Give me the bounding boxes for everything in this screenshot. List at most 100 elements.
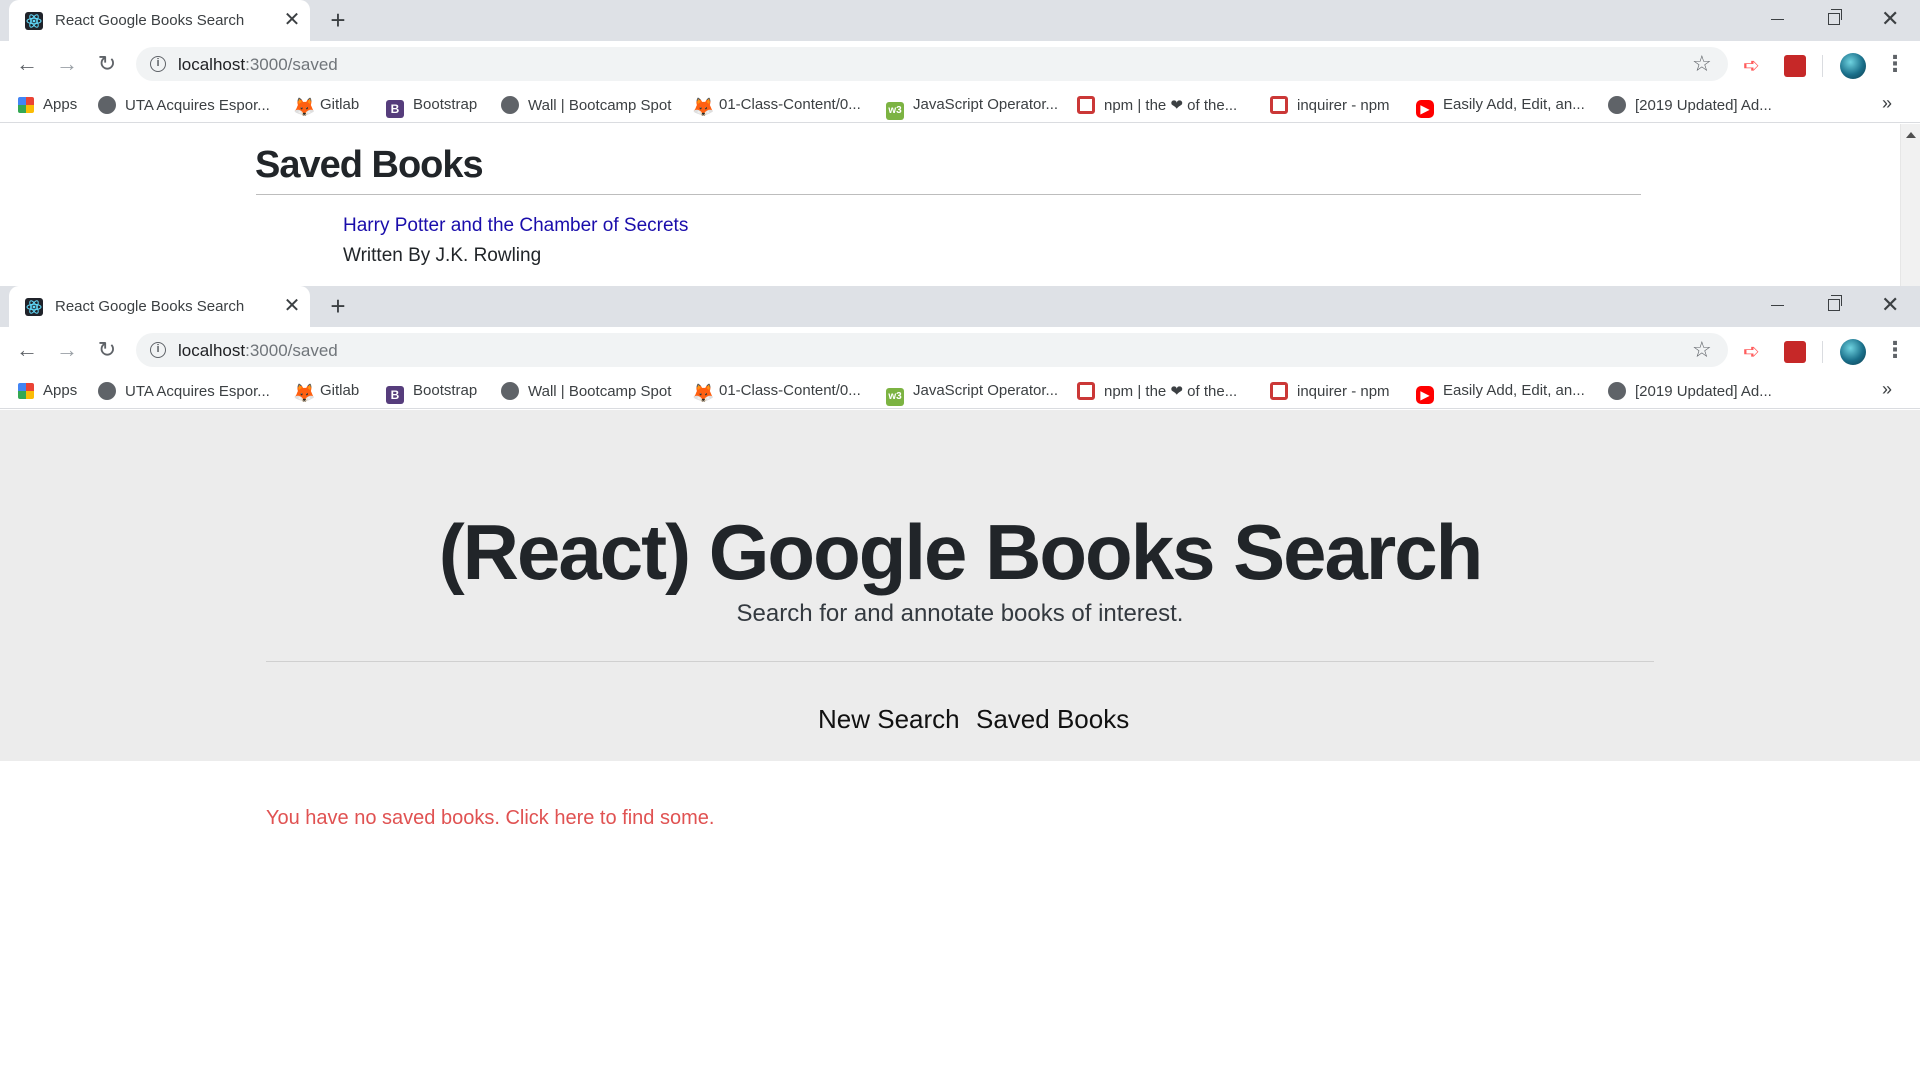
- nav-new-search-link[interactable]: New Search: [818, 704, 960, 735]
- forward-arrow-icon[interactable]: →: [53, 336, 81, 364]
- globe-icon: [501, 96, 519, 114]
- browser-toolbar: ← → ↻ i localhost:3000/saved ☆ ➪ ⋮: [0, 327, 1920, 373]
- bookmark-item[interactable]: B Bootstrap: [386, 382, 477, 404]
- empty-state-link[interactable]: You have no saved books. Click here to f…: [266, 807, 714, 830]
- reload-icon[interactable]: ↻: [93, 50, 121, 78]
- bookmark-item[interactable]: ▶ Easily Add, Edit, an...: [1416, 382, 1585, 404]
- info-icon[interactable]: i: [150, 56, 166, 72]
- divider: [256, 194, 1641, 195]
- bookmark-item[interactable]: 🦊 01-Class-Content/0...: [692, 96, 861, 116]
- reload-icon[interactable]: ↻: [93, 336, 121, 364]
- browser-tab[interactable]: React Google Books Search ✕: [9, 286, 310, 327]
- globe-icon: [1608, 382, 1626, 400]
- bookmark-item[interactable]: B Bootstrap: [386, 96, 477, 118]
- bookmark-apps[interactable]: Apps: [18, 96, 77, 116]
- gitlab-icon: 🦊: [692, 383, 715, 403]
- site-title: (React) Google Books Search: [438, 508, 1484, 596]
- minimize-button[interactable]: [1750, 0, 1806, 41]
- extension-arrow-icon[interactable]: ➪: [1743, 341, 1765, 363]
- bookmark-item[interactable]: inquirer - npm: [1270, 382, 1390, 402]
- bookmark-item[interactable]: UTA Acquires Espor...: [98, 96, 270, 116]
- tab-title: React Google Books Search: [55, 12, 245, 29]
- npm-icon: [1270, 382, 1288, 400]
- bookmark-item[interactable]: UTA Acquires Espor...: [98, 382, 270, 402]
- restore-button[interactable]: [1806, 0, 1862, 41]
- extension-icon[interactable]: [1784, 55, 1806, 77]
- minimize-button[interactable]: [1750, 286, 1806, 327]
- bookmark-item[interactable]: 🦊 Gitlab: [293, 96, 359, 116]
- apps-grid-icon: [18, 383, 34, 399]
- bookmark-item[interactable]: 🦊 01-Class-Content/0...: [692, 382, 861, 402]
- kebab-menu-icon[interactable]: ⋮: [1884, 336, 1906, 364]
- close-window-button[interactable]: ✕: [1863, 0, 1919, 41]
- bookmark-item[interactable]: npm | the ❤ of the...: [1077, 96, 1237, 116]
- bookmark-star-icon[interactable]: ☆: [1692, 337, 1712, 363]
- browser-window-top: React Google Books Search ✕ + ✕ ← → ↻ i …: [0, 0, 1920, 286]
- new-tab-button[interactable]: +: [324, 292, 352, 320]
- info-icon[interactable]: i: [150, 342, 166, 358]
- close-tab-icon[interactable]: ✕: [281, 295, 303, 317]
- bookmark-item[interactable]: [2019 Updated] Ad...: [1608, 382, 1772, 402]
- extension-icon[interactable]: [1784, 341, 1806, 363]
- profile-avatar[interactable]: [1840, 53, 1866, 79]
- scroll-up-icon[interactable]: [1906, 132, 1916, 138]
- bootstrap-icon: B: [386, 100, 404, 118]
- bookmark-item[interactable]: w3 JavaScript Operator...: [886, 96, 1058, 120]
- browser-tab[interactable]: React Google Books Search ✕: [9, 0, 310, 41]
- bookmark-item[interactable]: ▶ Easily Add, Edit, an...: [1416, 96, 1585, 118]
- bookmark-apps[interactable]: Apps: [18, 382, 77, 402]
- bookmark-item[interactable]: npm | the ❤ of the...: [1077, 382, 1237, 402]
- close-tab-icon[interactable]: ✕: [281, 9, 303, 31]
- extension-arrow-icon[interactable]: ➪: [1743, 55, 1765, 77]
- page-content: Saved Books Harry Potter and the Chamber…: [0, 124, 1900, 286]
- minimize-icon: [1771, 19, 1784, 20]
- bookmark-item[interactable]: w3 JavaScript Operator...: [886, 382, 1058, 406]
- tab-strip: React Google Books Search ✕ + ✕: [0, 0, 1920, 41]
- close-window-button[interactable]: ✕: [1863, 286, 1919, 327]
- react-icon: [25, 12, 43, 30]
- restore-icon: [1828, 9, 1842, 25]
- gitlab-icon: 🦊: [293, 97, 316, 117]
- url-host: localhost: [178, 55, 246, 74]
- bookmarks-bar: Apps UTA Acquires Espor... 🦊 Gitlab B Boot…: [0, 373, 1920, 409]
- back-arrow-icon[interactable]: ←: [13, 336, 41, 364]
- forward-arrow-icon[interactable]: →: [53, 50, 81, 78]
- address-bar[interactable]: i localhost:3000/saved ☆: [136, 333, 1728, 367]
- globe-icon: [501, 382, 519, 400]
- restore-button[interactable]: [1806, 286, 1862, 327]
- globe-icon: [98, 96, 116, 114]
- bookmarks-overflow-icon[interactable]: »: [1882, 93, 1892, 114]
- new-tab-button[interactable]: +: [324, 6, 352, 34]
- browser-toolbar: ← → ↻ i localhost:3000/saved ☆ ➪ ⋮: [0, 41, 1920, 87]
- browser-window-bottom: React Google Books Search ✕ + ✕ ← → ↻ i …: [0, 286, 1920, 1080]
- bookmark-item[interactable]: Wall | Bootcamp Spot: [501, 382, 671, 402]
- tab-title: React Google Books Search: [55, 298, 245, 315]
- url-path: :3000/saved: [245, 55, 338, 74]
- globe-icon: [98, 382, 116, 400]
- bookmark-item[interactable]: [2019 Updated] Ad...: [1608, 96, 1772, 116]
- page-title: Saved Books: [255, 144, 484, 186]
- url-text: localhost:3000/saved: [178, 341, 338, 361]
- bookmark-item[interactable]: 🦊 Gitlab: [293, 382, 359, 402]
- back-arrow-icon[interactable]: ←: [13, 50, 41, 78]
- bookmark-star-icon[interactable]: ☆: [1692, 51, 1712, 77]
- profile-avatar[interactable]: [1840, 339, 1866, 365]
- npm-icon: [1077, 96, 1095, 114]
- book-author: Written By J.K. Rowling: [343, 245, 542, 266]
- address-bar[interactable]: i localhost:3000/saved ☆: [136, 47, 1728, 81]
- nav-saved-books-link[interactable]: Saved Books: [976, 704, 1129, 735]
- globe-icon: [1608, 96, 1626, 114]
- toolbar-divider: [1822, 55, 1823, 77]
- book-title-link[interactable]: Harry Potter and the Chamber of Secrets: [343, 215, 688, 237]
- bookmark-item[interactable]: inquirer - npm: [1270, 96, 1390, 116]
- bookmarks-bar: Apps UTA Acquires Espor... 🦊 Gitlab B Boot…: [0, 87, 1920, 123]
- w3-icon: w3: [886, 388, 904, 406]
- kebab-menu-icon[interactable]: ⋮: [1884, 50, 1906, 78]
- npm-icon: [1270, 96, 1288, 114]
- npm-icon: [1077, 382, 1095, 400]
- bookmarks-overflow-icon[interactable]: »: [1882, 379, 1892, 400]
- vertical-scrollbar[interactable]: [1900, 124, 1920, 286]
- w3-icon: w3: [886, 102, 904, 120]
- bookmark-item[interactable]: Wall | Bootcamp Spot: [501, 96, 671, 116]
- jumbotron-header: (React) Google Books Search Search for a…: [0, 410, 1920, 761]
